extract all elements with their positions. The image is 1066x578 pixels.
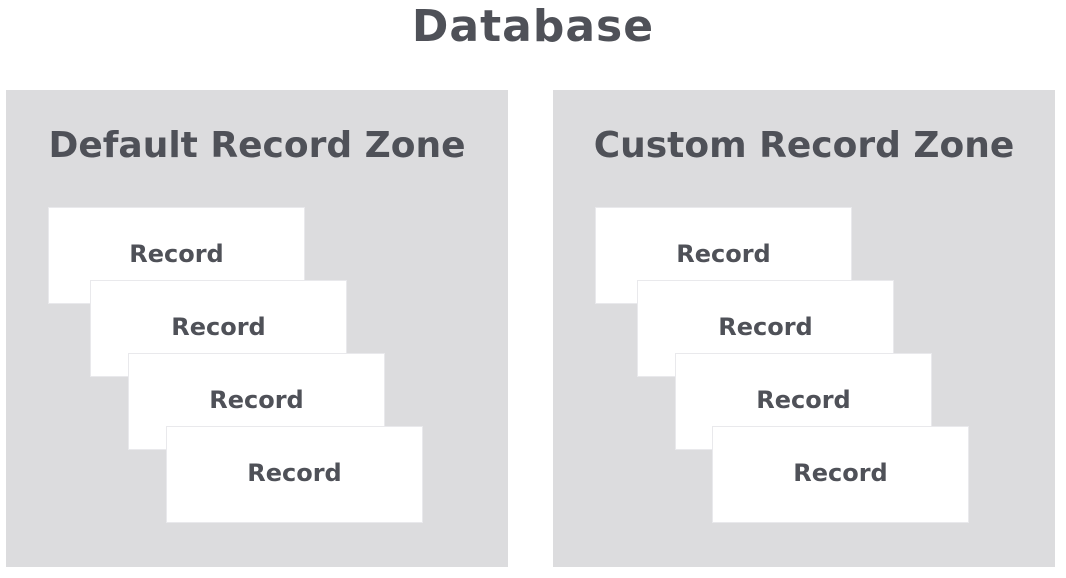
record-label: Record — [247, 459, 342, 487]
zone-title: Custom Record Zone — [593, 125, 1015, 166]
record-label: Record — [209, 386, 304, 414]
default-record-zone: Default Record Zone Record Record Record… — [6, 90, 508, 567]
record-card: Record — [712, 426, 969, 523]
record-label: Record — [793, 459, 888, 487]
record-label: Record — [171, 313, 266, 341]
record-card: Record — [166, 426, 423, 523]
custom-record-zone: Custom Record Zone Record Record Record … — [553, 90, 1055, 567]
record-label: Record — [718, 313, 813, 341]
zone-title: Default Record Zone — [48, 125, 466, 166]
record-label: Record — [756, 386, 851, 414]
record-label: Record — [676, 240, 771, 268]
database-title: Database — [411, 1, 655, 52]
record-label: Record — [129, 240, 224, 268]
